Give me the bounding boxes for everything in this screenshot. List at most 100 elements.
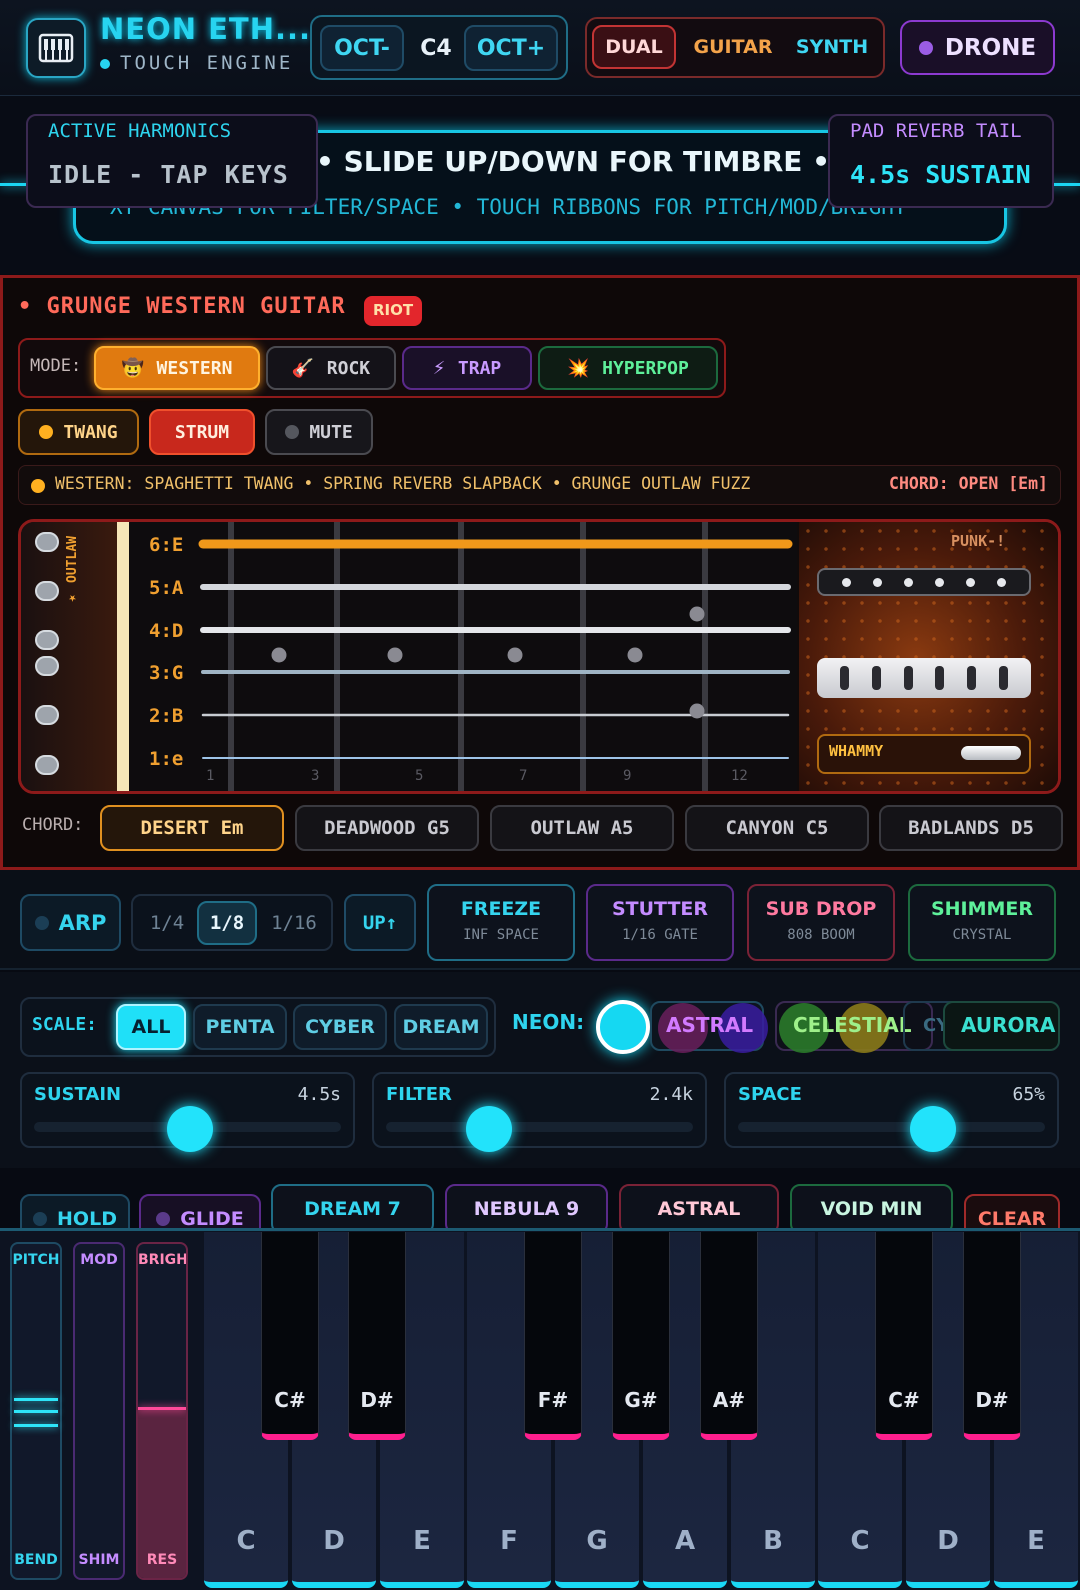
drone-button[interactable]: DRONE [900, 20, 1055, 75]
harmonics-panel: ACTIVE HARMONICS IDLE - TAP KEYS [26, 114, 318, 208]
whammy-bar[interactable]: WHAMMY [817, 734, 1031, 774]
fret-number: 5 [415, 768, 423, 784]
arp-toggle[interactable]: ARP [20, 894, 121, 951]
filter-label: FILTER [386, 1084, 452, 1105]
twang-toggle[interactable]: TWANG [18, 409, 139, 455]
sustain-knob[interactable] [166, 1106, 213, 1152]
space-knob[interactable] [910, 1106, 957, 1152]
bright-ribbon[interactable]: BRIGHT RES [136, 1242, 188, 1580]
glide-indicator-icon [156, 1212, 171, 1226]
black-key-g-sharp[interactable]: G# [612, 1232, 670, 1440]
fret-wire [334, 522, 340, 791]
space-track[interactable] [738, 1122, 1045, 1132]
mode-rock-button[interactable]: 🎸 ROCK [266, 346, 396, 390]
reverb-label: PAD REVERB TAIL [850, 120, 1022, 142]
mode-western-label: WESTERN [156, 357, 233, 379]
key-label: C# [274, 1388, 306, 1412]
chord-canyon-c5-button[interactable]: CANYON C5 [685, 805, 869, 851]
arp-direction-button[interactable]: UP↑ [344, 894, 416, 951]
glide-label: GLIDE [180, 1208, 244, 1230]
fret-number: 3 [311, 768, 319, 784]
filter-track[interactable] [386, 1122, 693, 1132]
keyboard-logo-icon [26, 18, 86, 78]
octave-up-button[interactable]: OCT+ [464, 25, 558, 71]
fret-wire [702, 522, 708, 791]
chord-outlaw-a5-button[interactable]: OUTLAW A5 [490, 805, 674, 851]
fret-number: 12 [731, 768, 748, 784]
bright-marker [138, 1407, 186, 1410]
guitar-title-text: GRUNGE WESTERN GUITAR [46, 294, 346, 319]
preset-nebula-9-button[interactable]: NEBULA 9 [445, 1184, 608, 1234]
chord-badlands-d5-button[interactable]: BADLANDS D5 [879, 805, 1063, 851]
filter-knob[interactable] [465, 1106, 512, 1152]
engine-guitar-button[interactable]: GUITAR [683, 25, 783, 69]
scale-penta-button[interactable]: PENTA [193, 1004, 287, 1050]
filter-slider[interactable]: FILTER 2.4k [372, 1072, 707, 1152]
header-bar: NEON ETH... TOUCH ENGINE OCT- C4 OCT+ DU… [0, 0, 1080, 96]
sustain-value: 4.5s [297, 1084, 341, 1105]
subtitle-text: TOUCH ENGINE [120, 52, 294, 74]
black-key-a-sharp[interactable]: A# [700, 1232, 758, 1440]
sub-drop-button[interactable]: SUB DROP 808 BOOM [747, 884, 895, 961]
fret-wire [458, 522, 464, 791]
strum-toggle[interactable]: STRUM [149, 409, 255, 455]
mod-ribbon[interactable]: MOD SHIM [73, 1242, 125, 1580]
space-slider[interactable]: SPACE 65% [724, 1072, 1059, 1152]
black-key-c-sharp[interactable]: C# [261, 1232, 319, 1440]
theme-aurora-button[interactable]: AURORA [943, 1001, 1060, 1051]
mode-trap-button[interactable]: ⚡ TRAP [402, 346, 532, 390]
freeze-title: FREEZE [460, 898, 542, 920]
neon-cyan-swatch[interactable] [596, 1000, 650, 1054]
body-text: PUNK-! [951, 532, 1006, 550]
engine-selector: DUAL GUITAR SYNTH [585, 17, 885, 78]
scale-dream-button[interactable]: DREAM [394, 1004, 488, 1050]
pitch-ribbon-top: PITCH [12, 1252, 60, 1268]
division-eighth-button[interactable]: 1/8 [197, 901, 257, 945]
pitch-ribbon[interactable]: PITCH BEND [10, 1242, 62, 1580]
division-sixteenth-button[interactable]: 1/16 [261, 901, 327, 945]
mode-hyperpop-label: HYPERPOP [602, 357, 689, 379]
mod-ribbon-top: MOD [80, 1252, 118, 1268]
harmonics-label: ACTIVE HARMONICS [48, 120, 232, 142]
engine-synth-button[interactable]: SYNTH [785, 25, 879, 69]
stutter-button[interactable]: STUTTER 1/16 GATE [586, 884, 734, 961]
preset-dream-7-button[interactable]: DREAM 7 [271, 1184, 434, 1234]
fretboard[interactable]: ★ OUTLAW 6:E 5:A 4:D 3:G 2:B 1:e 1 3 5 7 9 12 PUNK-… [18, 519, 1061, 794]
whammy-handle-icon[interactable] [961, 746, 1021, 760]
sustain-slider[interactable]: SUSTAIN 4.5s [20, 1072, 355, 1152]
black-key-d-sharp[interactable]: D# [963, 1232, 1021, 1440]
engine-dual-button[interactable]: DUAL [592, 25, 676, 69]
black-key-d-sharp[interactable]: D# [348, 1232, 406, 1440]
key-label: B [763, 1526, 783, 1556]
twang-indicator-icon [39, 425, 54, 439]
strum-label: STRUM [174, 421, 230, 443]
chord-desert-em-button[interactable]: DESERT Em [100, 805, 284, 851]
mode-trap-label: TRAP [457, 357, 502, 379]
key-label: D# [975, 1388, 1009, 1412]
shimmer-button[interactable]: SHIMMER CRYSTAL [908, 884, 1056, 961]
riot-badge: RIOT [364, 296, 422, 326]
app-subtitle: TOUCH ENGINE [100, 52, 293, 74]
mode-hyperpop-button[interactable]: 💥 HYPERPOP [538, 346, 718, 390]
scale-all-button[interactable]: ALL [116, 1004, 186, 1050]
status-dot-icon [100, 59, 110, 69]
mute-toggle[interactable]: MUTE [265, 409, 373, 455]
chord-deadwood-g5-button[interactable]: DEADWOOD G5 [295, 805, 479, 851]
division-quarter-button[interactable]: 1/4 [141, 901, 193, 945]
preset-void-min-button[interactable]: VOID MIN [790, 1184, 953, 1234]
octave-control: OCT- C4 OCT+ [310, 15, 568, 80]
mode-western-button[interactable]: 🤠 WESTERN [94, 346, 260, 390]
fret-marker-dot [689, 703, 705, 719]
preset-astral-button[interactable]: ASTRAL [619, 1184, 779, 1234]
freeze-button[interactable]: FREEZE INF SPACE [427, 884, 575, 961]
theme-astral-button[interactable]: ASTRAL [650, 1001, 768, 1053]
black-key-f-sharp[interactable]: F# [524, 1232, 582, 1440]
theme-aurora-label: AURORA [961, 1013, 1056, 1037]
pitch-ribbon-bottom: BEND [14, 1552, 58, 1568]
twang-label: TWANG [63, 421, 118, 443]
arp-label: ARP [58, 910, 107, 935]
scale-cyber-button[interactable]: CYBER [293, 1004, 387, 1050]
freeze-sub: INF SPACE [463, 927, 539, 943]
black-key-c-sharp[interactable]: C# [875, 1232, 933, 1440]
octave-down-button[interactable]: OCT- [320, 25, 404, 71]
